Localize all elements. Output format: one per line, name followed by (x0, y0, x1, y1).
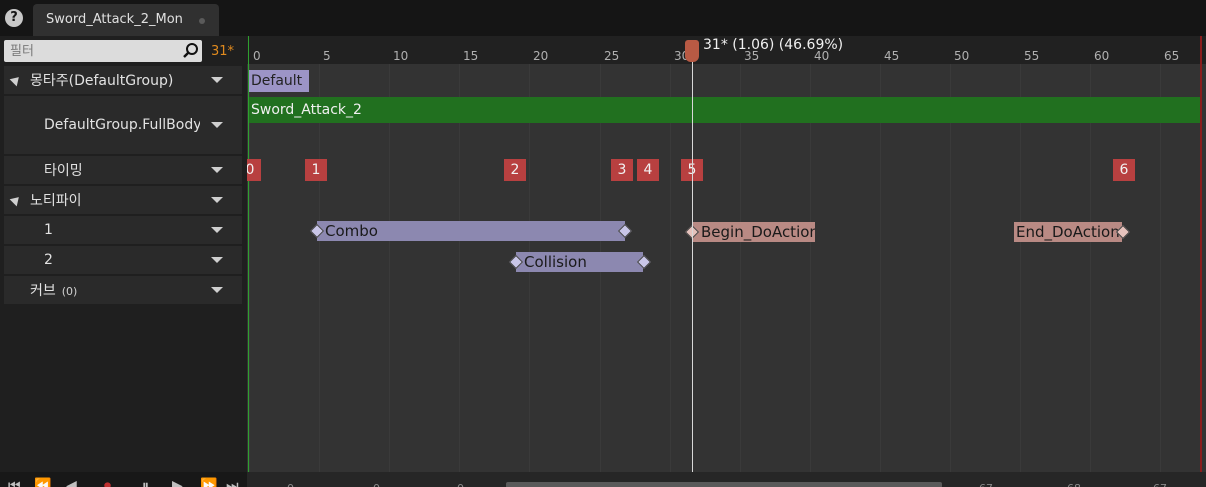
dropdown-icon[interactable] (211, 227, 223, 233)
grid-line (670, 64, 671, 472)
dropdown-icon[interactable] (211, 77, 223, 83)
range-number: 67 (979, 482, 993, 487)
ruler-tick-label: 20 (533, 49, 549, 63)
ruler-tick-label: 15 (463, 49, 479, 63)
range-number: 0 (373, 482, 380, 487)
notify-state-combo[interactable]: Combo (317, 221, 625, 241)
timing-marker-1[interactable]: 1 (305, 159, 327, 181)
track-notify-1[interactable]: 1 (4, 216, 242, 244)
ruler-tick-label: 45 (884, 49, 900, 63)
tab-sword-attack-montage[interactable]: Sword_Attack_2_Mon (33, 4, 219, 36)
tab-bar: ? Sword_Attack_2_Mon (0, 0, 1206, 36)
notify-end-doaction[interactable]: End_DoAction (1014, 222, 1122, 242)
grid-line (810, 64, 811, 472)
playhead-readout: 31* (1.06) (46.69%) (703, 37, 844, 53)
timeline-scrollbar[interactable]: 0 0 0 67 68 67 (247, 472, 1206, 487)
transport-controls: ⏮ ⏪ ◀ ⏺ ⏸ ▶ ⏩ ⏭ (0, 472, 247, 487)
grid-line (249, 64, 250, 472)
dropdown-icon[interactable] (211, 287, 223, 293)
grid-line (1160, 64, 1161, 472)
track-notifies[interactable]: 노티파이 (4, 186, 242, 214)
pause-icon[interactable]: ⏸ (142, 479, 149, 487)
step-back-icon[interactable]: ⏪ (34, 479, 51, 487)
range-number: 67 (1153, 482, 1167, 487)
ruler-tick-label: 50 (954, 49, 970, 63)
tab-title: Sword_Attack_2_Mon (46, 12, 183, 27)
play-forward-icon[interactable]: ▶ (172, 479, 183, 487)
slot-animation-segment[interactable]: Sword_Attack_2 (249, 97, 1200, 123)
range-number: 0 (287, 482, 294, 487)
grid-line (459, 64, 460, 472)
ruler-tick-label: 5 (323, 49, 331, 63)
timeline-area[interactable]: 0 5 10 15 20 25 30 35 40 45 50 55 60 65 Default Sword… (247, 36, 1206, 487)
grid-line (950, 64, 951, 472)
notify-state-collision[interactable]: Collision (516, 252, 643, 272)
tab-close-icon[interactable] (199, 18, 205, 24)
track-notify-1-label: 1 (44, 222, 53, 238)
skip-to-start-icon[interactable]: ⏮ (8, 479, 21, 487)
dropdown-icon[interactable] (211, 197, 223, 203)
track-curves-label: 커브 (0) (30, 280, 77, 300)
dropdown-icon[interactable] (211, 122, 223, 128)
timing-marker-4[interactable]: 4 (637, 159, 659, 181)
ruler-tick-label: 25 (604, 49, 620, 63)
scroll-thumb[interactable] (506, 482, 942, 487)
track-timing-label: 타이밍 (44, 163, 83, 179)
track-montage[interactable]: 몽타주(DefaultGroup) (4, 66, 242, 94)
range-number: 68 (1067, 482, 1081, 487)
current-frame-readout: 31* (211, 44, 235, 59)
grid-line (1020, 64, 1021, 472)
track-slot[interactable]: DefaultGroup.FullBody (4, 96, 242, 154)
ruler-tick-label: 10 (393, 49, 409, 63)
timing-marker-0[interactable]: 0 (247, 159, 261, 181)
expand-icon[interactable] (9, 73, 23, 87)
play-reverse-icon[interactable]: ◀ (66, 479, 77, 487)
end-marker-line (1200, 36, 1202, 472)
playhead-line (692, 62, 693, 472)
track-montage-label: 몽타주(DefaultGroup) (30, 73, 174, 89)
track-curves[interactable]: 커브 (0) (4, 276, 242, 304)
grid-line (389, 64, 390, 472)
track-notify-2[interactable]: 2 (4, 246, 242, 274)
search-icon[interactable] (181, 42, 201, 60)
grid-line (319, 64, 320, 472)
curves-count: (0) (61, 285, 78, 298)
ruler-tick-label: 60 (1094, 49, 1110, 63)
track-slot-label: DefaultGroup.FullBody (44, 117, 200, 133)
record-icon[interactable]: ⏺ (104, 479, 111, 487)
step-forward-icon[interactable]: ⏩ (200, 479, 217, 487)
timing-marker-2[interactable]: 2 (504, 159, 526, 181)
ruler-tick-label: 55 (1024, 49, 1040, 63)
grid-line (740, 64, 741, 472)
grid-line (880, 64, 881, 472)
track-timing[interactable]: 타이밍 (4, 156, 242, 184)
dropdown-icon[interactable] (211, 257, 223, 263)
ruler-tick-label: 65 (1164, 49, 1180, 63)
timing-marker-3[interactable]: 3 (611, 159, 633, 181)
playhead-handle[interactable] (685, 40, 699, 62)
dropdown-icon[interactable] (211, 167, 223, 173)
filter-box (4, 40, 202, 62)
track-notifies-label: 노티파이 (30, 193, 82, 209)
range-number: 0 (457, 482, 464, 487)
timing-marker-6[interactable]: 6 (1113, 159, 1135, 181)
ruler-tick-label: 0 (253, 49, 261, 63)
montage-section-default[interactable]: Default (249, 70, 309, 92)
filter-input[interactable] (4, 40, 174, 62)
notify-begin-doaction[interactable]: Begin_DoAction (692, 222, 815, 242)
skip-to-end-icon[interactable]: ⏭ (226, 479, 239, 487)
expand-icon[interactable] (9, 193, 23, 207)
help-icon[interactable]: ? (5, 9, 23, 27)
track-notify-2-label: 2 (44, 252, 53, 268)
track-list-panel: 31* 몽타주(DefaultGroup) DefaultGroup.FullB… (0, 36, 247, 487)
curves-title: 커브 (30, 283, 56, 299)
grid-line (1090, 64, 1091, 472)
